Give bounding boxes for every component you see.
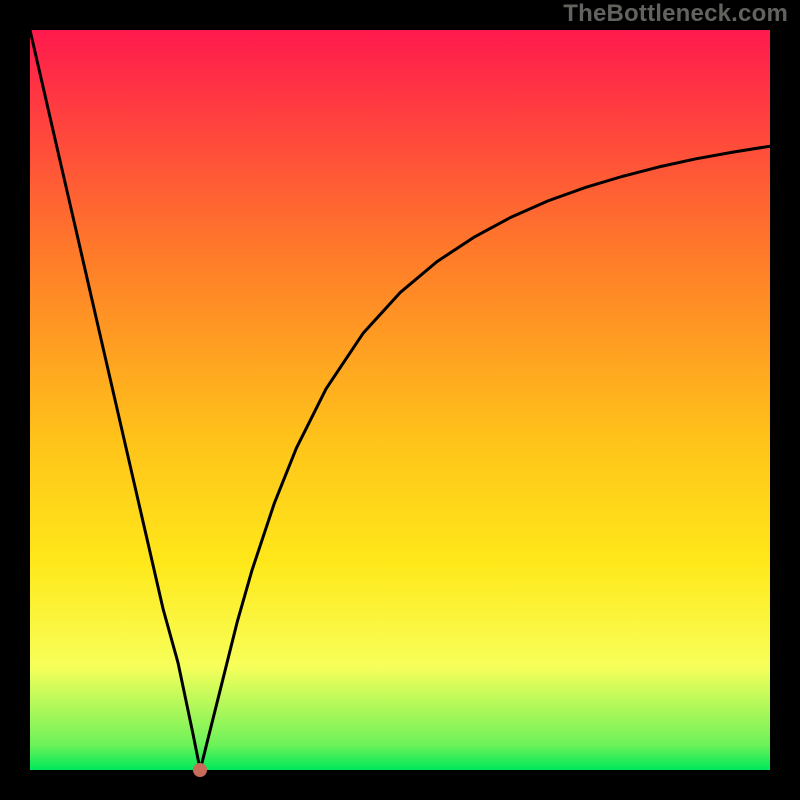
bottleneck-plot [30,30,770,770]
plot-background [30,30,770,770]
watermark-label: TheBottleneck.com [563,0,788,28]
chart-frame: TheBottleneck.com [0,0,800,800]
minimum-marker [193,763,207,777]
